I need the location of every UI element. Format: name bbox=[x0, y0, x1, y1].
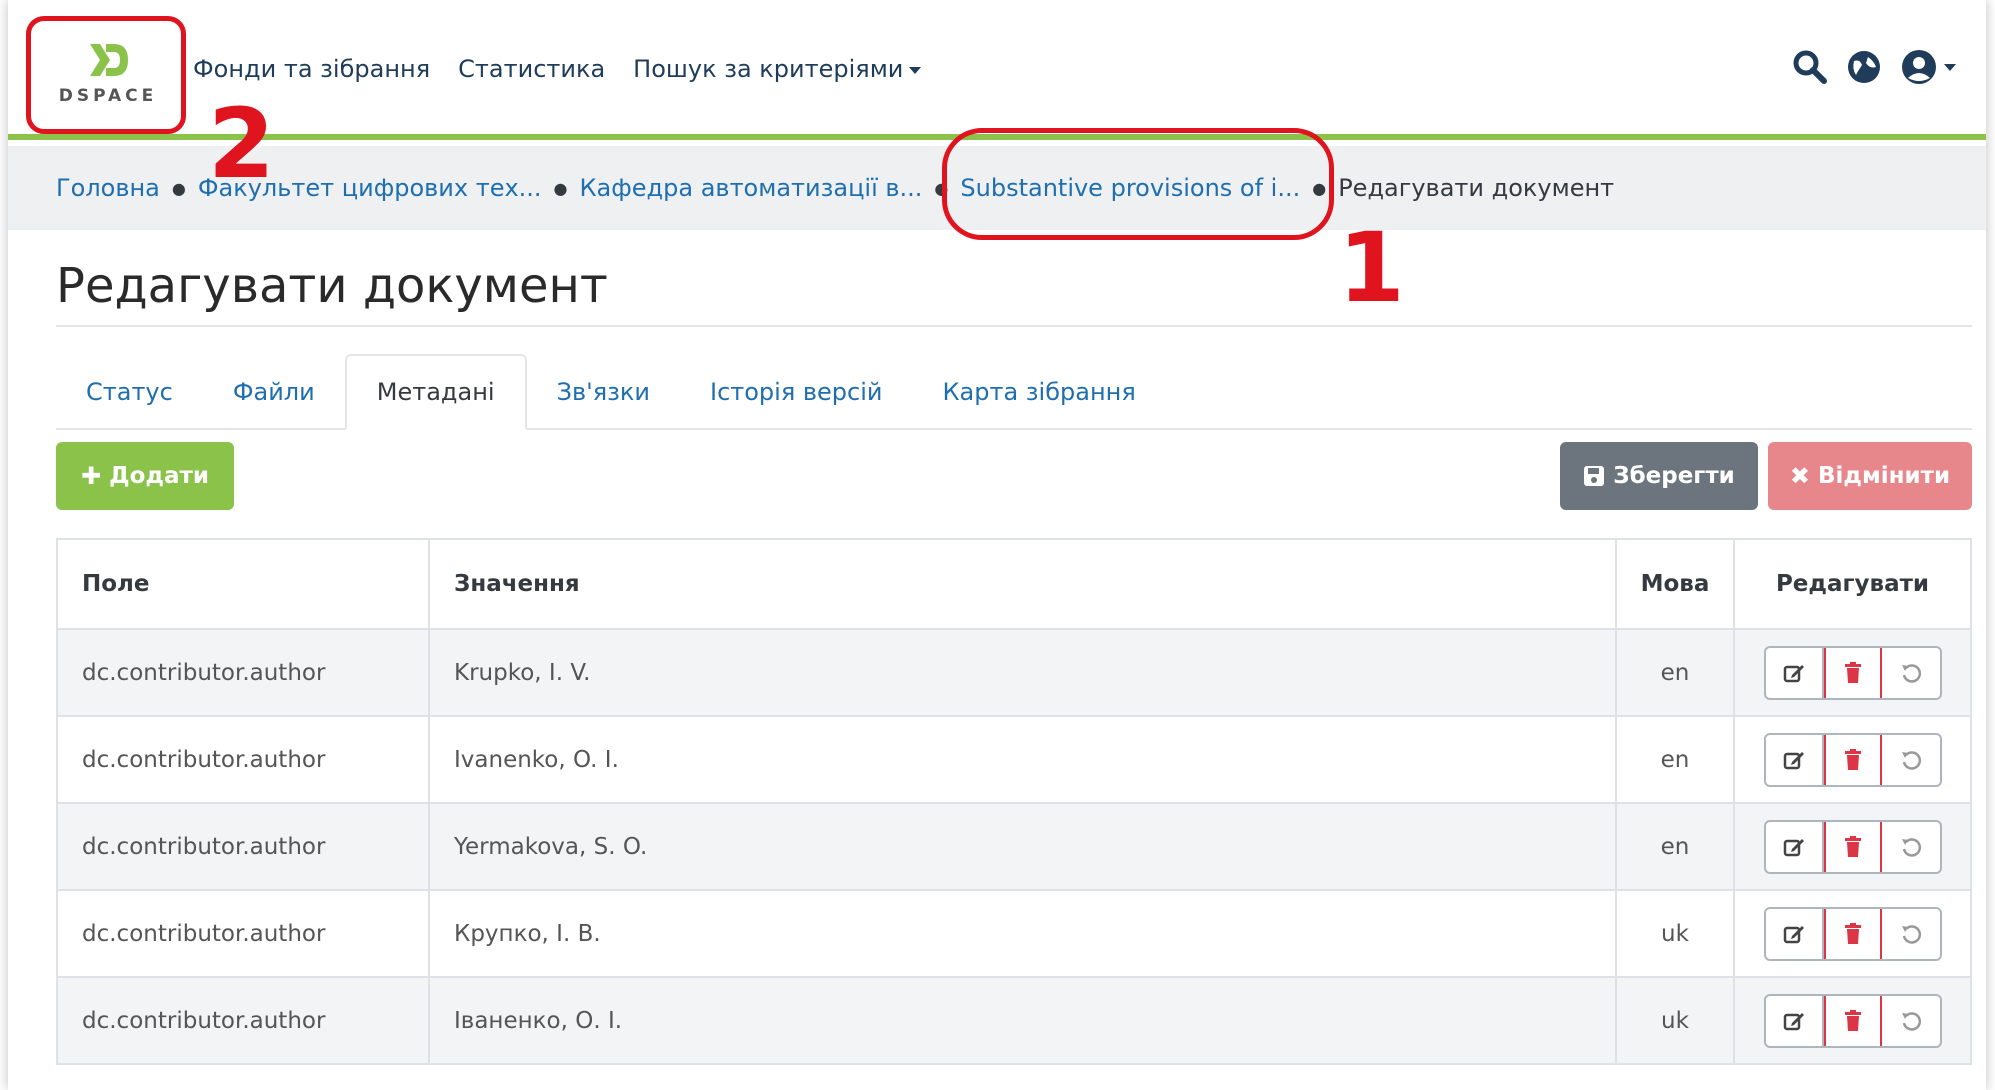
edit-icon[interactable] bbox=[1766, 647, 1824, 698]
nav-advanced-search[interactable]: Пошук за критеріями bbox=[633, 55, 922, 83]
undo-icon[interactable] bbox=[1882, 822, 1940, 872]
edit-cell bbox=[1733, 889, 1972, 978]
table-row: dc.contributor.author Yermakova, S. O. en bbox=[56, 802, 1972, 891]
edit-cell bbox=[1733, 976, 1972, 1065]
edit-tabs: Статус Файли Метадані Зв'язки Історія ве… bbox=[56, 354, 1972, 430]
value-cell[interactable]: Ivanenko, O. I. bbox=[428, 715, 1617, 804]
edit-icon[interactable] bbox=[1766, 908, 1824, 959]
breadcrumb-separator: ● bbox=[171, 178, 186, 198]
table-row: dc.contributor.author Ivanenko, O. I. en bbox=[56, 715, 1972, 804]
edit-button-group bbox=[1763, 645, 1942, 700]
add-button-label: Додати bbox=[109, 463, 209, 489]
value-cell[interactable]: Іваненко, О. І. bbox=[428, 976, 1617, 1065]
cancel-button-label: Відмінити bbox=[1817, 463, 1951, 489]
language-cell[interactable]: en bbox=[1615, 628, 1735, 717]
edit-cell bbox=[1733, 715, 1972, 804]
title-divider bbox=[56, 325, 1972, 327]
table-header-row: Поле Значення Мова Редагувати bbox=[56, 538, 1972, 630]
top-header: DSPACE Фонди та зібрання Статистика Пошу… bbox=[8, 0, 1986, 140]
header-tools bbox=[1792, 48, 1956, 86]
chevron-down-icon bbox=[909, 66, 922, 74]
tab-metadata[interactable]: Метадані bbox=[344, 354, 527, 430]
language-cell[interactable]: en bbox=[1615, 715, 1735, 804]
language-cell[interactable]: uk bbox=[1615, 889, 1735, 978]
tab-status[interactable]: Статус bbox=[56, 354, 203, 430]
nav-statistics[interactable]: Статистика bbox=[458, 55, 605, 83]
annotation-number-2: 2 bbox=[208, 88, 275, 200]
table-row: dc.contributor.author Іваненко, О. І. uk bbox=[56, 976, 1972, 1065]
edit-cell bbox=[1733, 802, 1972, 891]
trash-icon[interactable] bbox=[1823, 734, 1882, 785]
edit-cell bbox=[1733, 628, 1972, 717]
user-menu[interactable] bbox=[1900, 48, 1956, 86]
language-cell[interactable]: en bbox=[1615, 802, 1735, 891]
trash-icon[interactable] bbox=[1823, 908, 1882, 959]
header-value: Значення bbox=[428, 538, 1617, 630]
breadcrumb-current: Редагувати документ bbox=[1338, 174, 1615, 202]
field-cell: dc.contributor.author bbox=[56, 715, 430, 804]
save-button[interactable]: Зберегти bbox=[1560, 442, 1758, 510]
page-title: Редагувати документ bbox=[56, 258, 608, 314]
value-cell[interactable]: Крупко, І. В. bbox=[428, 889, 1617, 978]
value-cell[interactable]: Krupko, I. V. bbox=[428, 628, 1617, 717]
tab-files[interactable]: Файли bbox=[203, 354, 345, 430]
annotation-box-logo bbox=[26, 16, 186, 134]
save-button-label: Зберегти bbox=[1613, 463, 1735, 489]
chevron-down-icon bbox=[1944, 63, 1956, 71]
save-icon bbox=[1584, 466, 1605, 486]
value-cell[interactable]: Yermakova, S. O. bbox=[428, 802, 1617, 891]
undo-icon[interactable] bbox=[1882, 909, 1940, 959]
close-icon: ✖ bbox=[1789, 462, 1810, 490]
tab-collection-mapper[interactable]: Карта зібрання bbox=[913, 354, 1166, 430]
search-icon[interactable] bbox=[1792, 49, 1828, 85]
edit-button-group bbox=[1763, 732, 1942, 787]
edit-icon[interactable] bbox=[1766, 734, 1824, 785]
undo-icon[interactable] bbox=[1882, 735, 1940, 785]
edit-button-group bbox=[1763, 993, 1942, 1048]
main-nav: Фонди та зібрання Статистика Пошук за кр… bbox=[193, 55, 922, 83]
nav-advanced-search-label: Пошук за критеріями bbox=[633, 55, 904, 83]
metadata-table: Поле Значення Мова Редагувати dc.contrib… bbox=[56, 538, 1972, 1065]
annotation-box-breadcrumb bbox=[942, 128, 1334, 240]
annotation-number-1: 1 bbox=[1338, 212, 1405, 324]
header-edit: Редагувати bbox=[1733, 538, 1972, 630]
cancel-button[interactable]: ✖ Відмінити bbox=[1768, 442, 1972, 510]
undo-icon[interactable] bbox=[1882, 648, 1940, 698]
field-cell: dc.contributor.author bbox=[56, 628, 430, 717]
browser-frame: DSPACE Фонди та зібрання Статистика Пошу… bbox=[8, 0, 1986, 1090]
table-row: dc.contributor.author Крупко, І. В. uk bbox=[56, 889, 1972, 978]
trash-icon[interactable] bbox=[1823, 995, 1882, 1046]
nav-communities[interactable]: Фонди та зібрання bbox=[193, 55, 430, 83]
user-icon bbox=[1902, 50, 1936, 84]
edit-icon[interactable] bbox=[1766, 995, 1824, 1046]
edit-button-group bbox=[1763, 819, 1942, 874]
field-cell: dc.contributor.author bbox=[56, 802, 430, 891]
edit-button-group bbox=[1763, 906, 1942, 961]
plus-icon: ✚ bbox=[81, 462, 102, 490]
breadcrumb-separator: ● bbox=[553, 178, 568, 198]
language-cell[interactable]: uk bbox=[1615, 976, 1735, 1065]
field-cell: dc.contributor.author bbox=[56, 889, 430, 978]
breadcrumb-department[interactable]: Кафедра автоматизації в... bbox=[580, 174, 923, 202]
tab-relationships[interactable]: Зв'язки bbox=[527, 354, 680, 430]
trash-icon[interactable] bbox=[1823, 647, 1882, 698]
header-language: Мова bbox=[1615, 538, 1735, 630]
add-button[interactable]: ✚ Додати bbox=[56, 442, 234, 510]
globe-icon[interactable] bbox=[1846, 49, 1882, 85]
edit-icon[interactable] bbox=[1766, 821, 1824, 872]
breadcrumb-home[interactable]: Головна bbox=[56, 174, 160, 202]
undo-icon[interactable] bbox=[1882, 996, 1940, 1046]
field-cell: dc.contributor.author bbox=[56, 976, 430, 1065]
header-field: Поле bbox=[56, 538, 430, 630]
trash-icon[interactable] bbox=[1823, 821, 1882, 872]
tab-version-history[interactable]: Історія версій bbox=[680, 354, 913, 430]
table-row: dc.contributor.author Krupko, I. V. en bbox=[56, 628, 1972, 717]
